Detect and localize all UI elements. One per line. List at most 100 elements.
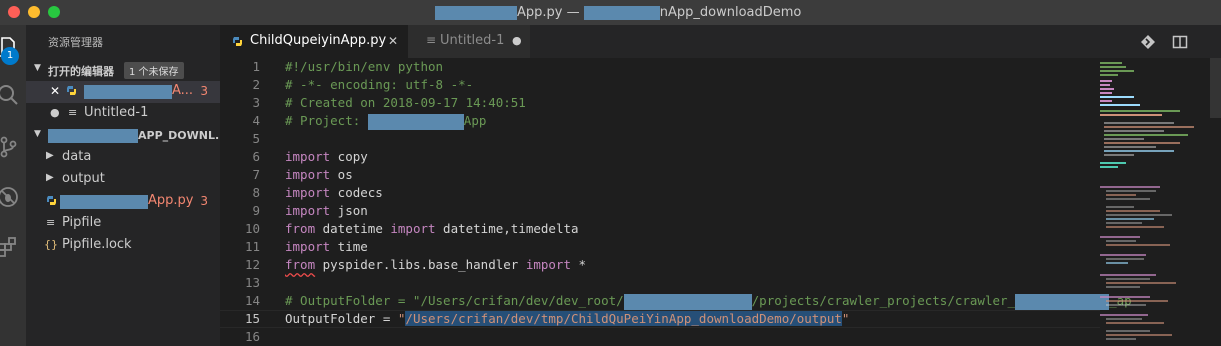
tab-childqupeiyinapp[interactable]: ChildQupeiyinApp.py ✕: [220, 25, 408, 58]
tree-item-pipfile[interactable]: ≡ Pipfile: [26, 213, 220, 235]
split-editor-icon[interactable]: [1172, 34, 1188, 50]
tree-item-python-file[interactable]: App.py 3: [26, 191, 220, 213]
minimap-line: [1104, 126, 1194, 128]
line-number: 11: [244, 239, 260, 254]
line-number: 4: [252, 113, 260, 128]
code-line: 16: [220, 328, 1100, 346]
code-line: 6 import copy: [220, 148, 1100, 166]
code-text: os: [330, 167, 353, 182]
chevron-right-icon: ▶: [46, 150, 54, 161]
minimap-line: [1104, 154, 1134, 156]
minimap-line: [1100, 62, 1122, 64]
code-line: 13: [220, 274, 1100, 292]
window-maximize-button[interactable]: [48, 6, 60, 18]
minimap-line: [1106, 198, 1150, 200]
code-text: # -*- encoding: utf-8 -*-: [285, 77, 474, 92]
code-line: 12 from pyspider.libs.base_handler import…: [220, 256, 1100, 274]
minimap-line: [1104, 138, 1144, 140]
minimap-line: [1100, 92, 1112, 94]
open-editor-item[interactable]: ✕ A... 3: [26, 81, 220, 103]
title-bar: App.py — nApp_downloadDemo: [0, 0, 1221, 25]
open-editors-title: 打开的编辑器: [48, 65, 114, 78]
line-number: 12: [244, 257, 260, 272]
code-keyword: import: [285, 167, 331, 182]
redacted-block: [84, 85, 172, 99]
line-number: 3: [252, 95, 260, 110]
minimap-line: [1106, 206, 1134, 208]
minimap[interactable]: [1100, 58, 1221, 346]
tree-item-data[interactable]: ▶ data: [26, 147, 220, 169]
code-keyword: import: [285, 185, 331, 200]
explorer-badge: 1: [1, 47, 19, 65]
source-control-icon[interactable]: [0, 135, 20, 159]
code-string-selected: /Users/crifan/dev/tmp/ChildQuPeiYinApp_d…: [405, 311, 842, 326]
code-keyword: from: [285, 257, 316, 272]
tab-untitled-1[interactable]: ≡ Untitled-1 ●: [408, 25, 530, 58]
dirty-indicator-icon[interactable]: ●: [50, 106, 60, 119]
json-file-icon: {}: [44, 238, 58, 251]
redacted-block: [435, 5, 517, 20]
minimap-line: [1100, 70, 1134, 72]
minimap-line: [1106, 210, 1160, 212]
dirty-indicator-icon[interactable]: ●: [512, 34, 522, 47]
minimap-line: [1106, 322, 1164, 324]
close-icon[interactable]: ✕: [388, 34, 398, 48]
code-text: App: [463, 113, 487, 128]
window-close-button[interactable]: [8, 6, 20, 18]
tree-item-label: output: [62, 171, 105, 186]
line-number: 5: [252, 131, 260, 146]
tree-item-pipfile-lock[interactable]: {} Pipfile.lock: [26, 235, 220, 257]
line-number: 6: [252, 149, 260, 164]
minimap-line: [1106, 194, 1136, 196]
code-editor[interactable]: 1 #!/usr/bin/env python 2 # -*- encoding: …: [220, 58, 1221, 346]
code-text: datetime: [315, 221, 391, 236]
explorer-sidebar: 资源管理器 ▼ 打开的编辑器 1 个未保存 ✕ A... 3 ● ≡ Untit…: [26, 25, 220, 346]
redacted-block: [367, 113, 464, 130]
minimap-line: [1100, 84, 1110, 86]
text-file-icon: ≡: [426, 33, 437, 47]
code-text: copy: [330, 149, 368, 164]
redacted-block: [60, 195, 148, 209]
minimap-line: [1106, 226, 1164, 228]
code-text: OutputFolder =: [285, 311, 398, 326]
line-number: 9: [252, 203, 260, 218]
vertical-scrollbar[interactable]: [1210, 58, 1221, 118]
minimap-line: [1106, 278, 1150, 280]
minimap-line: [1106, 300, 1168, 302]
minimap-line: [1106, 286, 1140, 288]
git-compare-icon[interactable]: [1140, 34, 1156, 50]
project-folder-title: APP_DOWNL...: [138, 129, 220, 142]
code-line: 2 # -*- encoding: utf-8 -*-: [220, 76, 1100, 94]
code-line: 15 OutputFolder = "/Users/crifan/dev/tmp/…: [220, 310, 1100, 328]
debug-icon[interactable]: [0, 185, 20, 209]
unsaved-badge: 1 个未保存: [124, 62, 184, 79]
open-editors-header[interactable]: ▼ 打开的编辑器 1 个未保存: [26, 59, 220, 81]
open-editor-item[interactable]: ● ≡ Untitled-1: [26, 103, 220, 125]
chevron-down-icon: ▼: [34, 129, 41, 139]
extensions-icon[interactable]: [0, 235, 20, 259]
project-folder-header[interactable]: ▼ APP_DOWNL...: [26, 125, 220, 147]
minimap-line: [1106, 240, 1136, 242]
minimap-line: [1100, 166, 1118, 168]
line-number: 7: [252, 167, 260, 182]
minimap-line: [1104, 122, 1174, 124]
minimap-line: [1100, 66, 1126, 68]
line-number: 15: [244, 311, 260, 326]
tree-item-output[interactable]: ▶ output: [26, 169, 220, 191]
chevron-down-icon: ▼: [34, 63, 41, 73]
minimap-line: [1106, 258, 1144, 260]
line-number: 2: [252, 77, 260, 92]
search-icon[interactable]: [0, 83, 20, 107]
text-file-icon: ≡: [46, 216, 56, 229]
code-text: *: [570, 257, 587, 272]
code-string: ": [841, 311, 850, 326]
code-line: 3 # Created on 2018-09-17 14:40:51: [220, 94, 1100, 112]
window-minimize-button[interactable]: [28, 6, 40, 18]
problems-count: 3: [200, 194, 208, 208]
code-keyword: import: [285, 149, 331, 164]
code-line: 14 # OutputFolder = "/Users/crifan/dev/de…: [220, 292, 1132, 310]
minimap-line: [1100, 80, 1112, 82]
line-number: 1: [252, 59, 260, 74]
redacted-block: [623, 293, 752, 310]
close-icon[interactable]: ✕: [50, 84, 60, 98]
